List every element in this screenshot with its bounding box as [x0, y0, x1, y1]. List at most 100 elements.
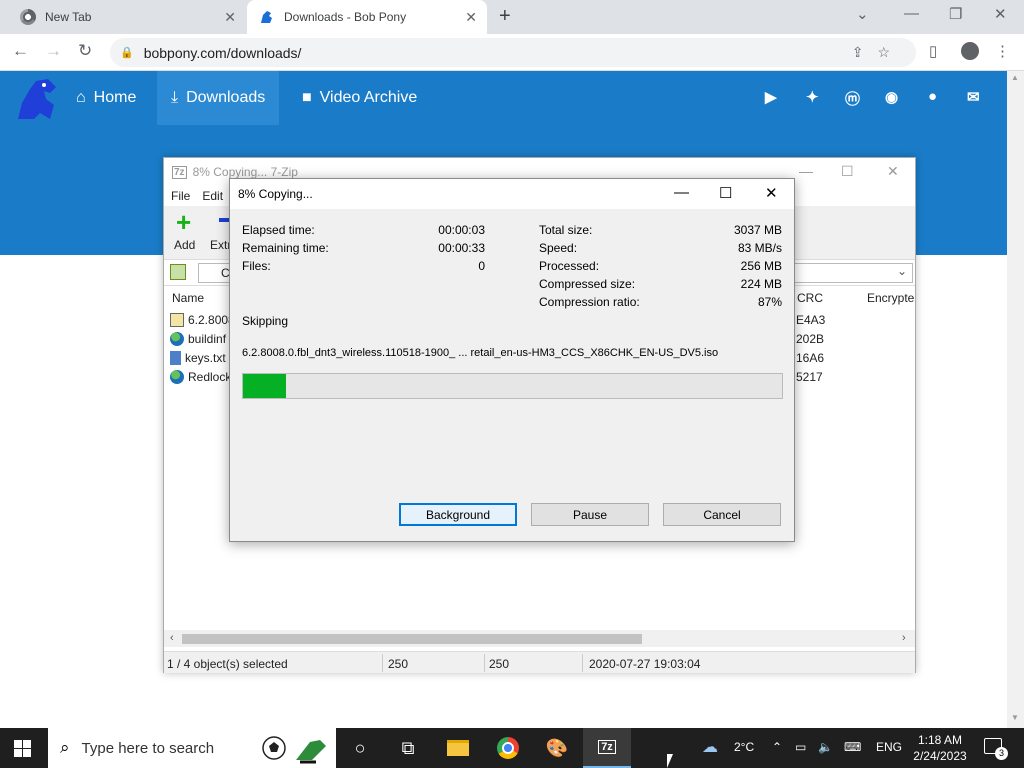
column-name[interactable]: Name [172, 291, 204, 305]
cancel-button[interactable]: Cancel [663, 503, 781, 526]
folder-up-icon[interactable] [170, 264, 186, 280]
tab-new-tab[interactable]: New Tab ✕ [0, 0, 246, 34]
list-item[interactable]: keys.txt [170, 348, 226, 367]
close-tab-icon[interactable]: ✕ [465, 9, 477, 26]
scrollbar-thumb[interactable] [182, 634, 642, 644]
url-text: bobpony.com/downloads/ [143, 44, 302, 61]
close-icon[interactable]: ✕ [765, 184, 778, 202]
horizontal-scrollbar[interactable]: ‹ › [164, 630, 915, 647]
compression-ratio-value: 87% [757, 295, 782, 309]
nav-home-label: Home [93, 89, 137, 106]
add-button[interactable]: Add [174, 238, 195, 252]
clock-date: 2/24/2023 [913, 749, 967, 763]
page-scrollbar[interactable]: ▲ ▼ [1007, 71, 1024, 728]
chrome-taskbar-icon[interactable] [484, 728, 532, 768]
nav-home[interactable]: ⌂ Home [62, 71, 150, 125]
nav-video-archive[interactable]: ■ Video Archive [288, 71, 431, 125]
paint-icon[interactable]: 🎨 [533, 728, 581, 768]
compression-ratio-label: Compression ratio: [539, 295, 640, 309]
chrome-icon [20, 9, 36, 25]
minimize-icon[interactable]: — [799, 163, 813, 179]
restore-icon[interactable]: ❐ [949, 5, 962, 23]
copy-progress-dialog: 8% Copying... — ☐ ✕ Elapsed time: 00:00:… [229, 178, 795, 542]
file-crc: 202B [796, 332, 825, 346]
address-bar[interactable]: 🔒 bobpony.com/downloads/ ⇪☆ [110, 38, 916, 67]
minimize-icon[interactable]: — [904, 5, 919, 22]
bookmark-star-icon[interactable]: ☆ [877, 44, 904, 60]
status-size: 250 [388, 657, 409, 671]
pause-button[interactable]: Pause [531, 503, 649, 526]
weather-cloud-icon[interactable]: ☁ [702, 737, 718, 757]
progress-bar [242, 373, 783, 399]
background-button[interactable]: Background [399, 503, 517, 526]
status-modified: 2020-07-27 19:03:04 [589, 657, 701, 671]
file-name: keys.txt [185, 350, 226, 365]
share-icon[interactable]: ⇪ [852, 44, 878, 60]
remaining-time-label: Remaining time: [242, 241, 329, 255]
add-plus-icon[interactable]: + [176, 209, 191, 235]
list-item[interactable]: buildinf [170, 329, 226, 348]
task-view-icon[interactable]: ⧉ [384, 728, 432, 768]
github-icon[interactable]: ● [928, 88, 937, 105]
taskbar-clock[interactable]: 1:18 AM 2/24/2023 [908, 732, 972, 764]
column-crc[interactable]: CRC [797, 291, 823, 305]
close-icon[interactable]: ✕ [887, 163, 899, 180]
more-menu-icon[interactable]: ⋮ [995, 42, 1010, 60]
windows-taskbar: ⌕ Type here to search ○ ⧉ 🎨 7z ☁ 2°C ⌃ ▭… [0, 728, 1024, 768]
globe-icon [170, 369, 184, 384]
list-item[interactable]: Redlock [170, 367, 231, 386]
file-explorer-icon[interactable] [434, 728, 482, 768]
scroll-down-arrow-icon[interactable]: ▼ [1011, 713, 1019, 722]
tab-downloads[interactable]: Downloads - Bob Pony ✕ [247, 0, 487, 34]
scroll-left-arrow-icon[interactable]: ‹ [170, 632, 174, 644]
discord-icon[interactable]: ◉ [885, 88, 898, 106]
back-arrow-icon[interactable]: ← [12, 41, 29, 61]
cortana-icon[interactable]: ○ [336, 728, 384, 768]
youtube-icon[interactable]: ▶ [765, 88, 777, 106]
file-name: Redlock [188, 369, 232, 384]
nav-downloads[interactable]: ⤓ Downloads [157, 71, 280, 125]
language-indicator[interactable]: ENG [876, 740, 902, 754]
site-navbar: ⌂ Home ⤓ Downloads ■ Video Archive ▶ ✦ ⓜ… [0, 71, 1007, 125]
minimize-icon[interactable]: — [674, 184, 689, 201]
chevron-down-icon[interactable]: ⌄ [897, 264, 907, 278]
forward-arrow-icon[interactable]: → [45, 41, 62, 61]
mail-icon[interactable]: ✉ [967, 88, 980, 106]
close-window-icon[interactable]: ✕ [994, 5, 1007, 23]
network-icon[interactable]: ▭ [795, 740, 806, 754]
mastodon-icon[interactable]: ⓜ [845, 88, 860, 109]
files-label: Files: [242, 259, 271, 273]
windows-start-icon[interactable] [14, 740, 31, 757]
compressed-size-label: Compressed size: [539, 277, 636, 291]
nav-video-archive-label: Video Archive [319, 89, 418, 106]
keyboard-icon[interactable]: ⌨ [844, 740, 861, 754]
list-item[interactable]: 6.2.8008 [170, 310, 235, 329]
taskbar-search-box[interactable]: ⌕ Type here to search [48, 728, 336, 768]
volume-icon[interactable]: 🔈 [818, 740, 833, 754]
maximize-icon[interactable]: ☐ [841, 163, 854, 180]
menu-edit[interactable]: Edit [202, 189, 223, 203]
7zip-window-title: 8% Copying... 7-Zip [192, 165, 298, 179]
chevron-up-icon[interactable]: ⌃ [772, 740, 782, 754]
dialog-title: 8% Copying... [238, 187, 313, 201]
file-name: 6.2.8008 [188, 312, 235, 327]
weather-temperature[interactable]: 2°C [734, 740, 754, 754]
side-panel-icon[interactable]: ▯ [929, 42, 937, 60]
reload-icon[interactable]: ↻ [78, 41, 92, 61]
bob-pony-logo[interactable] [14, 77, 60, 121]
scroll-right-arrow-icon[interactable]: › [902, 632, 906, 644]
notification-center-icon[interactable]: 3 [984, 738, 1008, 760]
twitter-icon[interactable]: ✦ [806, 88, 819, 106]
profile-avatar[interactable] [961, 42, 979, 60]
menu-file[interactable]: File [171, 189, 190, 203]
files-value: 0 [478, 259, 485, 273]
extract-icon[interactable] [219, 218, 229, 222]
close-tab-icon[interactable]: ✕ [224, 9, 236, 26]
scroll-up-arrow-icon[interactable]: ▲ [1011, 73, 1019, 82]
7zip-taskbar-icon[interactable]: 7z [583, 728, 631, 768]
tab-search-chevron-icon[interactable]: ⌄ [856, 5, 869, 23]
new-tab-button[interactable]: + [499, 5, 511, 28]
mouse-cursor [667, 754, 673, 768]
column-encrypted[interactable]: Encrypte [867, 291, 914, 305]
maximize-icon[interactable]: ☐ [719, 184, 732, 202]
